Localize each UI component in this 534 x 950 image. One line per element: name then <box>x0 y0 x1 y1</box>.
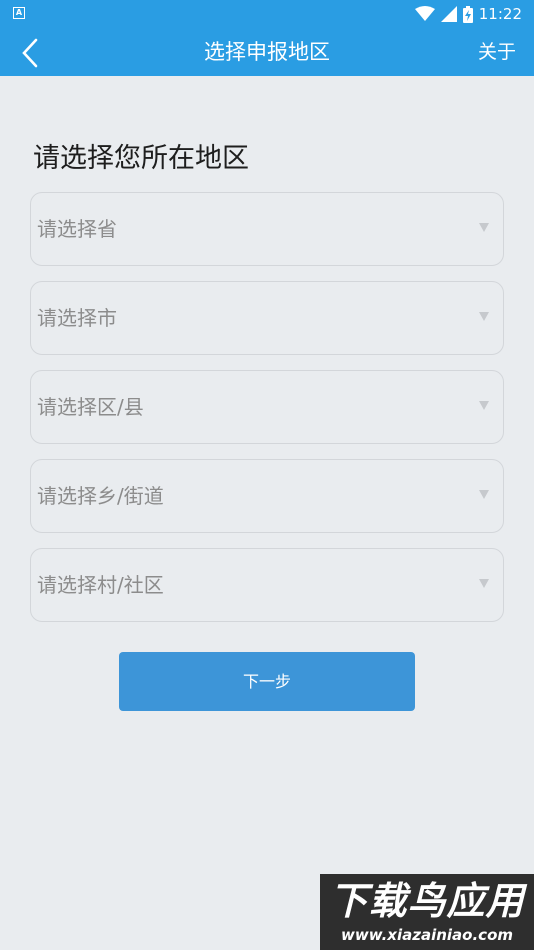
township-select[interactable]: 请选择乡/街道 <box>30 459 504 533</box>
dropdown-arrow-icon <box>479 312 489 321</box>
status-time: 11:22 <box>478 5 522 23</box>
app-notification-icon: A <box>13 7 25 19</box>
app-bar: 选择申报地区 关于 <box>0 28 534 76</box>
dropdown-arrow-icon <box>479 490 489 499</box>
village-placeholder: 请选择村/社区 <box>37 573 164 597</box>
district-placeholder: 请选择区/县 <box>37 395 144 419</box>
signal-icon <box>440 6 457 22</box>
watermark-logo: 下载鸟应用 <box>329 879 525 923</box>
watermark: 下载鸟应用 www.xiazainiao.com <box>320 874 534 950</box>
dropdown-arrow-icon <box>479 579 489 588</box>
township-placeholder: 请选择乡/街道 <box>37 484 164 508</box>
city-placeholder: 请选择市 <box>37 306 117 330</box>
next-step-button[interactable]: 下一步 <box>119 652 415 711</box>
status-icons: 11:22 <box>414 4 522 24</box>
city-select[interactable]: 请选择市 <box>30 281 504 355</box>
page-title: 选择申报地区 <box>204 40 330 64</box>
form-heading: 请选择您所在地区 <box>33 143 249 174</box>
province-select[interactable]: 请选择省 <box>30 192 504 266</box>
dropdown-arrow-icon <box>479 401 489 410</box>
province-placeholder: 请选择省 <box>37 217 117 241</box>
about-button[interactable]: 关于 <box>478 39 516 65</box>
watermark-url: www.xiazainiao.com <box>340 926 514 944</box>
status-bar: A 11:22 <box>0 0 534 28</box>
district-select[interactable]: 请选择区/县 <box>30 370 504 444</box>
village-select[interactable]: 请选择村/社区 <box>30 548 504 622</box>
dropdown-arrow-icon <box>479 223 489 232</box>
wifi-icon <box>414 6 435 21</box>
battery-charging-icon <box>462 5 473 23</box>
